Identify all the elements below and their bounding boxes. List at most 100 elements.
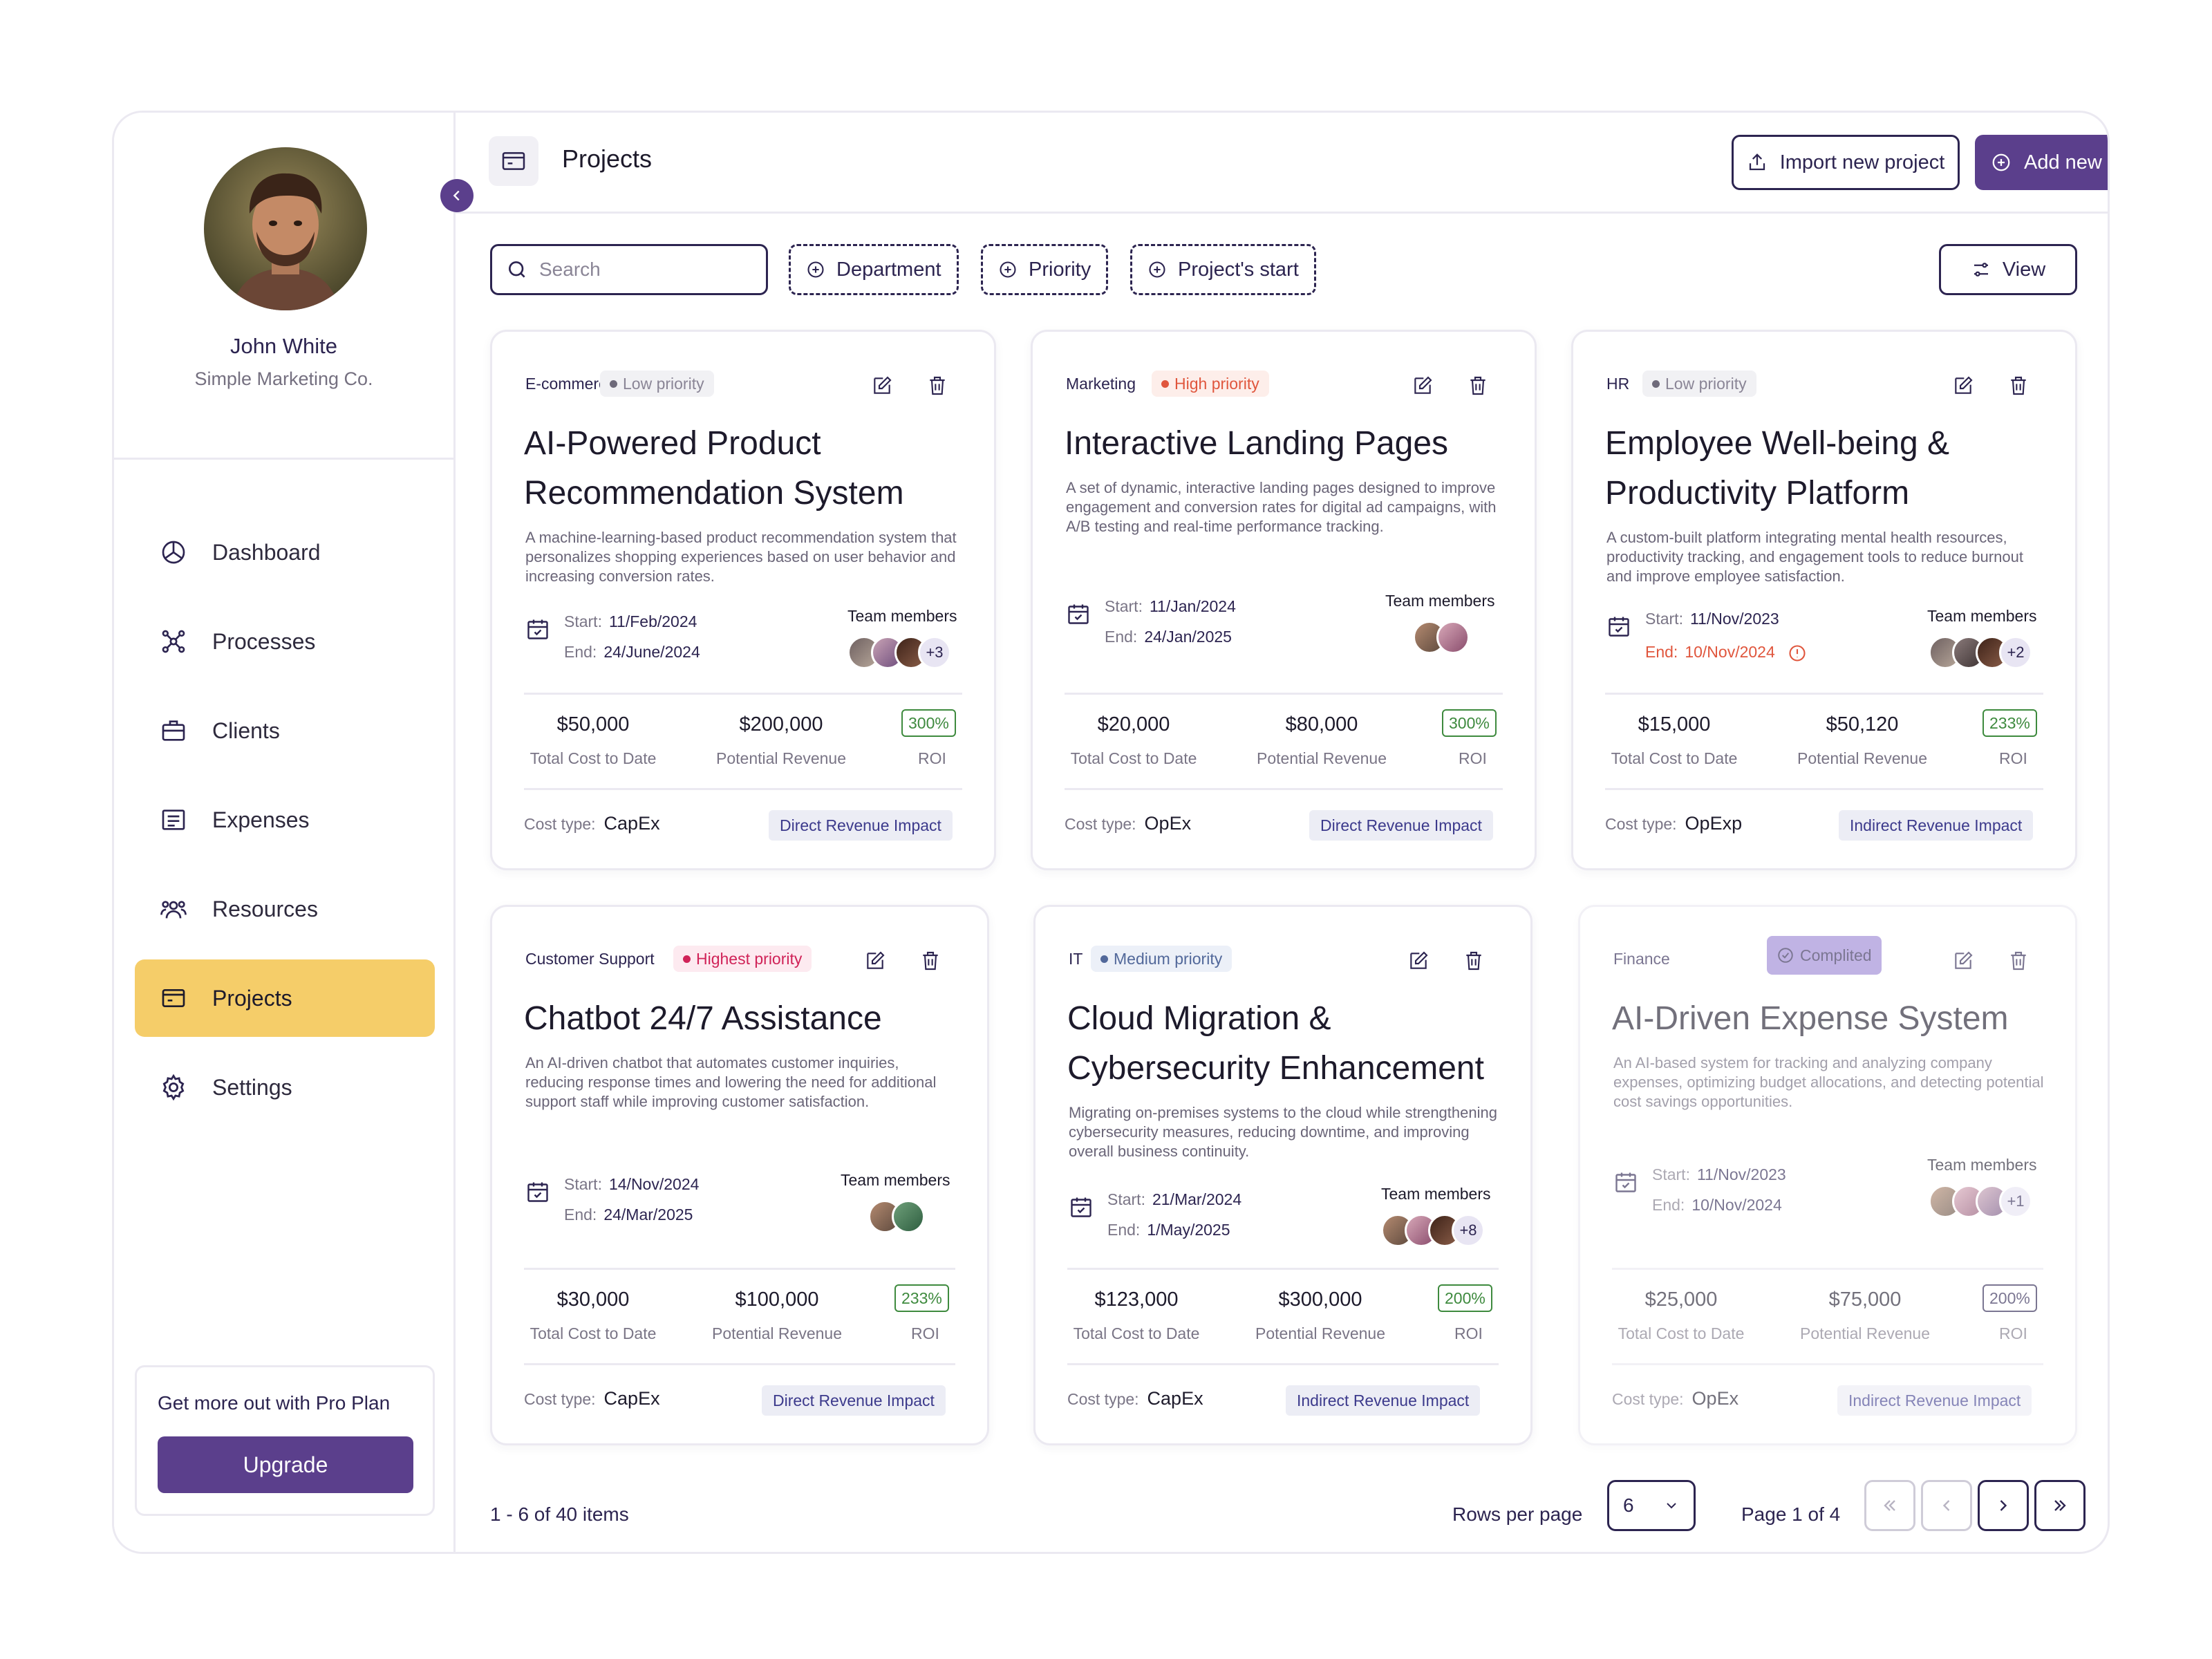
start-date: 11/Nov/2023 <box>1696 1165 1786 1183</box>
more-members-count: +3 <box>918 636 951 669</box>
trash-icon[interactable] <box>1463 950 1485 972</box>
trash-icon[interactable] <box>919 950 941 972</box>
sidebar-item-label: Settings <box>212 1074 292 1100</box>
sidebar-item-label: Expenses <box>212 807 310 832</box>
project-card[interactable]: Finance Complited AI-Driven Expense Syst… <box>1578 905 2077 1445</box>
next-page-button[interactable] <box>1978 1480 2029 1531</box>
sidebar-item-resources[interactable]: Resources <box>135 870 435 948</box>
team-avatars[interactable]: +1 <box>1929 1185 2032 1218</box>
divider <box>1612 1268 2043 1270</box>
project-card[interactable]: Customer Support Highest priority Chatbo… <box>490 905 989 1445</box>
revenue-impact-tag: Direct Revenue Impact <box>762 1385 946 1416</box>
sidebar-item-projects[interactable]: Projects <box>135 959 435 1037</box>
sidebar-nav: Dashboard Processes Clients Expenses Res… <box>135 514 435 1138</box>
edit-icon[interactable] <box>1952 950 1974 972</box>
trash-icon[interactable] <box>926 375 948 397</box>
total-cost-value: $50,000 <box>556 713 630 735</box>
sidebar-item-label: Dashboard <box>212 539 321 565</box>
team-avatars[interactable]: +8 <box>1381 1214 1485 1247</box>
total-cost-label: Total Cost to Date <box>1073 1324 1200 1342</box>
team-avatars[interactable] <box>1413 621 1470 654</box>
start-date: 14/Nov/2024 <box>608 1175 700 1193</box>
edit-icon[interactable] <box>1412 375 1434 397</box>
trash-icon[interactable] <box>1467 375 1489 397</box>
avatar[interactable] <box>204 147 367 310</box>
chevron-down-icon <box>1667 1503 1676 1509</box>
end-date: 24/Jan/2025 <box>1144 628 1232 646</box>
filter-department[interactable]: Department <box>789 244 959 295</box>
roi-label: ROI <box>1454 1324 1483 1342</box>
project-title: Chatbot 24/7 Assistance <box>524 1000 882 1037</box>
project-card[interactable]: HR Low priority Employee Well-being & Pr… <box>1571 330 2077 870</box>
edit-icon[interactable] <box>864 950 886 972</box>
potential-revenue-value: $50,120 <box>1826 713 1899 735</box>
search-input[interactable]: Search <box>490 244 768 295</box>
potential-revenue-value: $200,000 <box>739 713 823 735</box>
total-cost-value: $25,000 <box>1644 1288 1718 1311</box>
project-dates: Start: 21/Mar/2024 End: 1/May/2025 <box>1069 1190 1290 1253</box>
first-page-button[interactable] <box>1864 1480 1915 1531</box>
collapse-sidebar-button[interactable] <box>440 179 474 212</box>
plus-circle-icon <box>807 261 824 278</box>
divider <box>524 788 962 790</box>
plus-circle-icon <box>1000 261 1016 278</box>
sidebar-item-dashboard[interactable]: Dashboard <box>135 514 435 591</box>
sidebar-item-clients[interactable]: Clients <box>135 692 435 769</box>
last-page-button[interactable] <box>2034 1480 2086 1531</box>
priority-badge: Medium priority <box>1091 946 1232 972</box>
divider <box>1605 693 2043 695</box>
double-chevron-left-icon <box>1884 1500 1895 1511</box>
project-card[interactable]: Marketing High priority Interactive Land… <box>1031 330 1537 870</box>
trash-icon[interactable] <box>2007 950 2030 972</box>
team-avatars[interactable]: +3 <box>847 636 951 669</box>
project-card[interactable]: IT Medium priority Cloud Migration & Cyb… <box>1033 905 1533 1445</box>
revenue-impact-tag: Direct Revenue Impact <box>1309 810 1493 841</box>
team-avatars[interactable]: +2 <box>1929 636 2032 669</box>
add-project-label: Add new project <box>2024 151 2108 174</box>
filter-project-start[interactable]: Project's start <box>1130 244 1316 295</box>
pie-chart-icon <box>157 536 190 569</box>
upload-icon <box>1749 153 1765 171</box>
import-project-label: Import new project <box>1779 151 1945 174</box>
roi-badge: 300% <box>901 709 956 737</box>
user-company: Simple Marketing Co. <box>194 368 373 389</box>
import-project-button[interactable]: Import new project <box>1732 135 1960 190</box>
potential-revenue-value: $300,000 <box>1278 1288 1362 1311</box>
filter-priority[interactable]: Priority <box>981 244 1109 295</box>
calendar-icon <box>527 1182 548 1202</box>
edit-icon[interactable] <box>871 375 893 397</box>
sidebar-item-label: Processes <box>212 628 316 654</box>
project-dates: Start: 11/Nov/2023 End: 10/Nov/2024 <box>1613 1165 1835 1228</box>
divider <box>1065 693 1503 695</box>
team-members-label: Team members <box>1385 592 1495 610</box>
edit-icon[interactable] <box>1952 375 1974 397</box>
cost-type: Cost type: OpEx <box>1065 813 1192 834</box>
project-dates: Start: 11/Feb/2024 End: 24/June/2024 <box>525 612 747 675</box>
previous-page-button[interactable] <box>1921 1480 1972 1531</box>
team-avatars[interactable] <box>868 1200 925 1233</box>
total-cost-label: Total Cost to Date <box>1618 1324 1745 1342</box>
trash-icon[interactable] <box>2007 375 2030 397</box>
department-label: Finance <box>1613 950 1670 968</box>
cost-type-value: CapEx <box>603 1388 660 1409</box>
end-date: 24/June/2024 <box>603 643 700 661</box>
divider <box>524 693 962 695</box>
divider <box>1065 788 1503 790</box>
sidebar-item-processes[interactable]: Processes <box>135 603 435 680</box>
sidebar-item-settings[interactable]: Settings <box>135 1049 435 1126</box>
rows-per-page-select[interactable]: 6 <box>1607 1480 1696 1531</box>
edit-icon[interactable] <box>1407 950 1430 972</box>
priority-badge: High priority <box>1152 371 1269 397</box>
avatar <box>1436 621 1470 654</box>
more-members-count: +1 <box>1999 1185 2032 1218</box>
promo-text: Get more out with Pro Plan <box>158 1392 391 1414</box>
project-description: An AI-driven chatbot that automates cust… <box>525 1054 937 1110</box>
project-card[interactable]: E-commerce Low priority AI-Powered Produ… <box>490 330 996 870</box>
upgrade-button[interactable]: Upgrade <box>158 1436 413 1493</box>
roi-label: ROI <box>1999 749 2027 767</box>
project-description: A machine-learning-based product recomme… <box>525 529 957 585</box>
sidebar-item-label: Resources <box>212 896 318 921</box>
sidebar-item-expenses[interactable]: Expenses <box>135 781 435 859</box>
add-project-button[interactable]: Add new project <box>1975 135 2108 190</box>
view-button[interactable]: View <box>1939 244 2077 295</box>
